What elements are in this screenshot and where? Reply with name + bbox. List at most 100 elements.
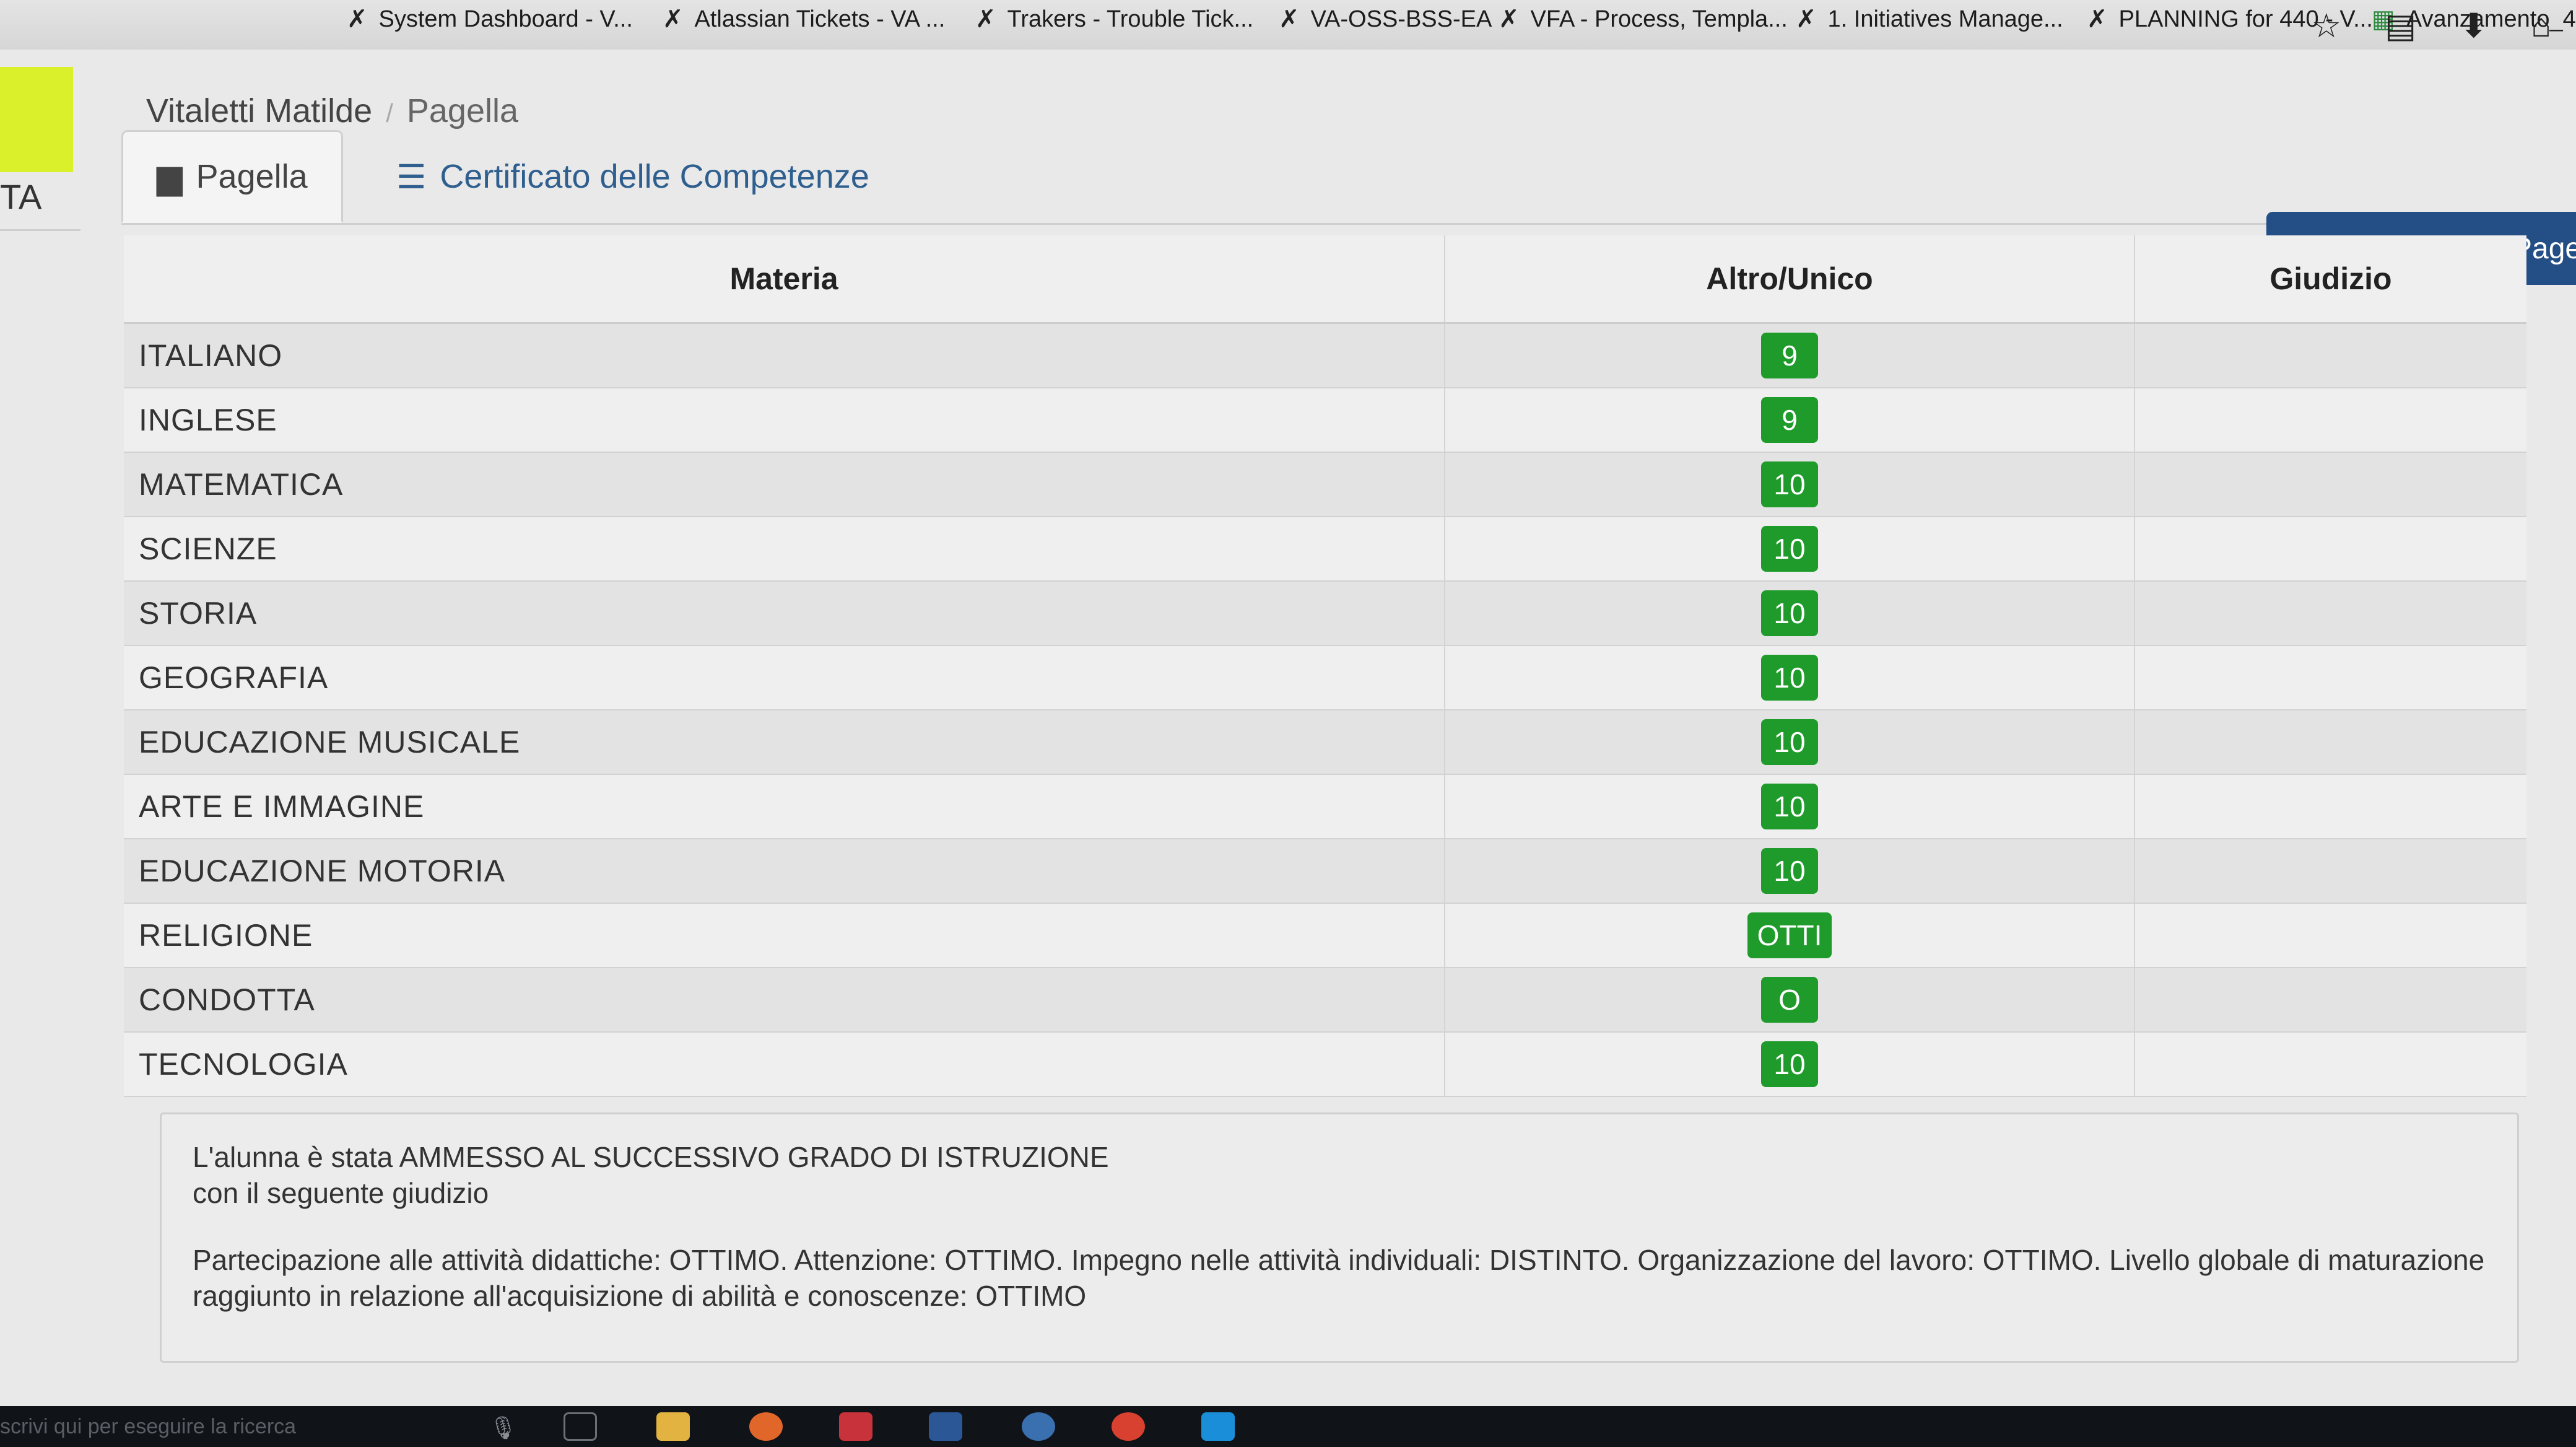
subject-name: INGLESE <box>124 388 1445 453</box>
grade-badge: OTTI <box>1747 912 1832 958</box>
taskbar-search-input[interactable]: scrivi qui per eseguire la ricerca <box>0 1415 296 1439</box>
breadcrumb-separator: / <box>386 98 393 128</box>
bookmark-6[interactable]: ✗ 1. Initiatives Manage... <box>1796 5 2063 33</box>
grade-cell: 10 <box>1444 1032 2134 1097</box>
jira-icon: ✗ <box>975 6 996 33</box>
grade-cell: 10 <box>1444 517 2134 582</box>
firefox-icon[interactable] <box>749 1412 783 1441</box>
judgement-cell <box>2134 839 2526 904</box>
grade-badge: 9 <box>1761 333 1818 378</box>
bookmark-5[interactable]: ✗ VFA - Process, Templa... <box>1499 5 1788 33</box>
judgement-cell <box>2134 1032 2526 1097</box>
subject-name: MATEMATICA <box>124 452 1445 517</box>
judgement-cell <box>2134 517 2526 582</box>
grade-badge: 10 <box>1761 784 1818 829</box>
bookmark-label: VFA - Process, Templa... <box>1530 6 1788 32</box>
grade-badge: 10 <box>1761 719 1818 765</box>
grade-badge: 10 <box>1761 461 1818 507</box>
network-app-icon[interactable] <box>1022 1412 1055 1441</box>
subject-name: RELIGIONE <box>124 903 1445 968</box>
breadcrumb: Vitaletti Matilde / Pagella <box>146 92 518 130</box>
list-icon: ☰ <box>396 158 427 196</box>
download-icon[interactable]: ⬇ <box>2460 6 2487 45</box>
bookmark-3[interactable]: ✗ Trakers - Trouble Tick... <box>975 5 1253 33</box>
confluence-icon: ✗ <box>1796 6 1817 33</box>
bookmark-4[interactable]: ✗ VA-OSS-BSS-EA <box>1279 5 1492 33</box>
logo-block <box>0 67 73 172</box>
reading-list-icon[interactable]: ▤ <box>2385 6 2416 45</box>
bookmarks-bar: ✗ System Dashboard - V... ✗ Atlassian Ti… <box>0 0 2576 51</box>
judgement-cell <box>2134 323 2526 388</box>
outcome-line-1: L'alunna è stata AMMESSO AL SUCCESSIVO G… <box>193 1141 1109 1173</box>
grade-cell: 9 <box>1444 388 2134 453</box>
grade-badge: 10 <box>1761 1041 1818 1087</box>
home-icon[interactable]: ⌂ <box>2531 6 2551 45</box>
confluence-icon: ✗ <box>2087 6 2108 33</box>
grade-cell: 10 <box>1444 452 2134 517</box>
bookmark-2[interactable]: ✗ Atlassian Tickets - VA ... <box>663 5 945 33</box>
word-icon[interactable] <box>929 1412 962 1441</box>
task-view-icon[interactable] <box>564 1412 597 1441</box>
outcome-panel: L'alunna è stata AMMESSO AL SUCCESSIVO G… <box>160 1113 2519 1363</box>
table-row: CONDOTTA O <box>124 968 2526 1033</box>
table-row: MATEMATICA 10 <box>124 452 2526 517</box>
calendar-app-icon[interactable] <box>839 1412 872 1441</box>
table-row: RELIGIONE OTTI <box>124 903 2526 968</box>
browser-toolbar-icons: ☆ ▤ ⬇ ⌂ <box>2312 6 2551 45</box>
table-row: INGLESE 9 <box>124 388 2526 453</box>
bookmark-label: Atlassian Tickets - VA ... <box>694 6 946 32</box>
skype-icon[interactable] <box>1201 1412 1235 1441</box>
grade-cell: O <box>1444 968 2134 1033</box>
page: TA Vitaletti Matilde / Pagella ▆ Pagella ☰… <box>0 50 2576 1406</box>
judgement-cell <box>2134 968 2526 1033</box>
microphone-icon[interactable]: 🎙 <box>489 1415 518 1441</box>
grade-cell: 10 <box>1444 774 2134 839</box>
tab-bar: ▆ Pagella ☰ Certificato delle Competenze <box>121 130 2576 225</box>
table-row: ITALIANO 9 <box>124 323 2526 388</box>
grade-badge: 10 <box>1761 655 1818 701</box>
subject-name: ITALIANO <box>124 323 1445 388</box>
table-row: EDUCAZIONE MUSICALE 10 <box>124 710 2526 775</box>
sidebar-label: TA <box>0 177 42 216</box>
subject-name: EDUCAZIONE MUSICALE <box>124 710 1445 775</box>
table-row: SCIENZE 10 <box>124 517 2526 582</box>
table-row: ARTE E IMMAGINE 10 <box>124 774 2526 839</box>
subject-name: EDUCAZIONE MOTORIA <box>124 839 1445 904</box>
breadcrumb-current: Pagella <box>406 92 518 129</box>
jira-icon: ✗ <box>663 6 684 33</box>
grade-cell: OTTI <box>1444 903 2134 968</box>
jira-icon: ✗ <box>347 6 368 33</box>
grade-badge: 10 <box>1761 590 1818 636</box>
confluence-icon: ✗ <box>1499 6 1520 33</box>
grade-cell: 10 <box>1444 710 2134 775</box>
star-icon[interactable]: ☆ <box>2312 6 2341 45</box>
bookmark-label: System Dashboard - V... <box>378 6 633 32</box>
bookmark-label: Trakers - Trouble Tick... <box>1007 6 1254 32</box>
judgement-cell <box>2134 388 2526 453</box>
grade-cell: 10 <box>1444 581 2134 646</box>
bookmark-1[interactable]: ✗ System Dashboard - V... <box>347 5 633 33</box>
outcome-line-2: con il seguente giudizio <box>193 1177 489 1209</box>
breadcrumb-student[interactable]: Vitaletti Matilde <box>146 92 372 129</box>
grade-cell: 10 <box>1444 839 2134 904</box>
subject-name: TECNOLOGIA <box>124 1032 1445 1097</box>
file-explorer-icon[interactable] <box>656 1412 690 1441</box>
chrome-icon[interactable] <box>1112 1412 1145 1441</box>
table-row: EDUCAZIONE MOTORIA 10 <box>124 839 2526 904</box>
column-header-materia[interactable]: Materia <box>124 235 1445 324</box>
judgement-cell <box>2134 774 2526 839</box>
table-row: GEOGRAFIA 10 <box>124 645 2526 710</box>
tab-pagella[interactable]: ▆ Pagella <box>121 130 343 223</box>
grade-cell: 9 <box>1444 323 2134 388</box>
judgement-cell <box>2134 645 2526 710</box>
bar-chart-icon: ▆ <box>157 158 183 196</box>
column-header-giudizio[interactable]: Giudizio <box>2134 235 2526 324</box>
confluence-icon: ✗ <box>1279 6 1300 33</box>
taskbar: scrivi qui per eseguire la ricerca 🎙 <box>0 1406 2576 1447</box>
grade-badge: 10 <box>1761 848 1818 894</box>
tab-certificato[interactable]: ☰ Certificato delle Competenze <box>363 130 903 223</box>
grades-table: Materia Altro/Unico Giudizio ITALIANO 9 I… <box>124 235 2526 1097</box>
subject-name: CONDOTTA <box>124 968 1445 1033</box>
column-header-voto[interactable]: Altro/Unico <box>1444 235 2134 324</box>
